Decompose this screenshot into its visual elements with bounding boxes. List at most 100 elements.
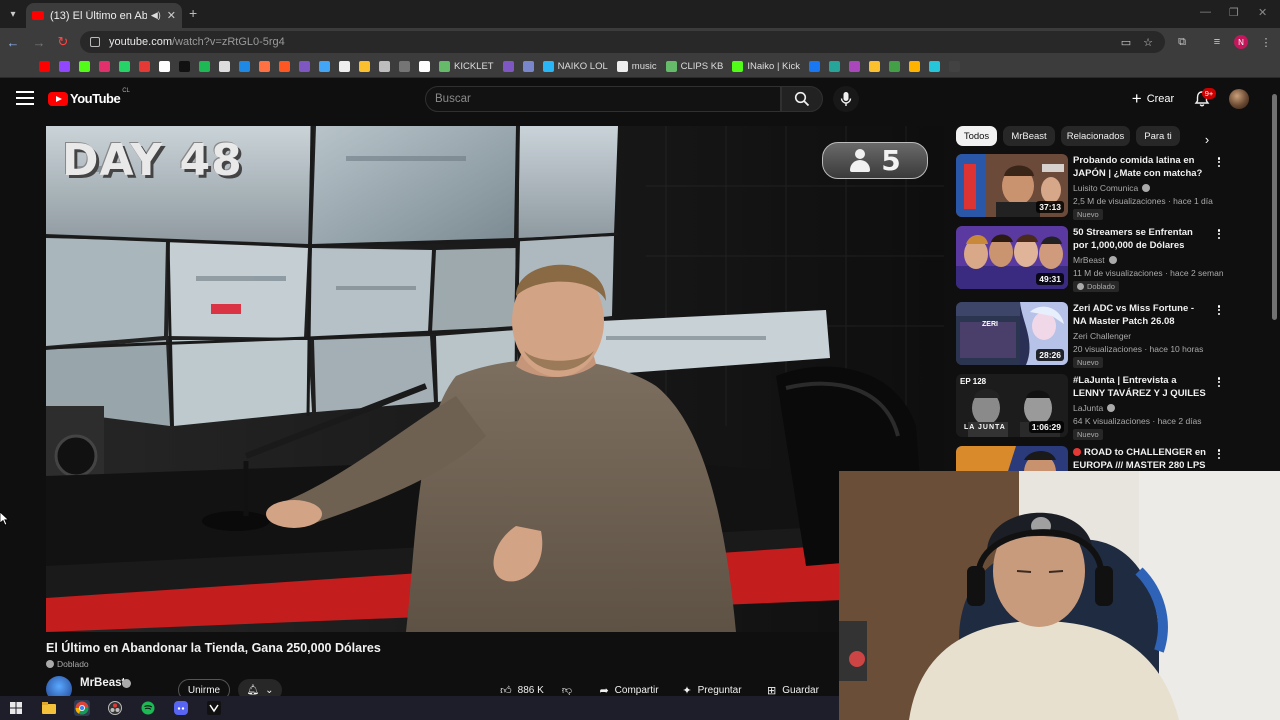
recommendation-item[interactable]: ZERI 28:26 Zeri ADC vs Miss Fortune - NA… [956,302,1266,370]
video-player[interactable] [46,126,944,632]
video-thumbnail[interactable]: 37:13 [956,154,1068,217]
reload-icon[interactable]: ↻ [54,33,72,51]
more-actions-icon[interactable] [1214,447,1224,461]
video-thumbnail[interactable]: 49:31 [956,226,1068,289]
chrome-icon[interactable] [74,700,90,716]
chip-para-ti[interactable]: Para ti [1136,126,1180,146]
bookmark-item[interactable] [520,58,537,76]
tab-search-button[interactable]: ▾ [4,5,22,23]
reading-list-icon[interactable]: ≡ [1209,34,1225,50]
bookmark-item[interactable] [946,58,963,76]
recommendation-title[interactable]: 50 Streamers se Enfrentan por 1,000,000 … [1073,226,1209,252]
bookmark-item[interactable] [376,58,393,76]
bookmark-item[interactable] [356,58,373,76]
bookmark-item[interactable] [236,58,253,76]
search-button[interactable] [781,86,823,112]
close-tab-icon[interactable]: ✕ [167,9,176,22]
bookmark-star-icon[interactable]: ☆ [1140,34,1156,50]
create-button[interactable]: + Crear [1126,86,1180,112]
kebab-menu-icon[interactable]: ⋮ [1258,34,1274,50]
recommendation-item[interactable]: EP 128 LA JUNTA 1:06:29 #LaJunta | Entre… [956,374,1266,442]
recommendation-title[interactable]: ROAD to CHALLENGER en EUROPA /// MASTER … [1073,446,1209,472]
bookmark-item[interactable] [56,58,73,76]
spotify-icon[interactable] [140,700,156,716]
search-input[interactable]: Buscar [425,86,781,112]
app-icon[interactable] [206,700,222,716]
music-icon [616,61,628,72]
file-explorer-icon[interactable] [41,700,57,716]
cast-icon[interactable]: ▭ [1118,34,1134,50]
recommendation-channel[interactable]: LaJunta [1073,403,1116,413]
bookmark-item[interactable]: NAIKO LOL [540,58,611,76]
channel-name[interactable]: MrBeast [80,677,125,689]
speaker-icon[interactable]: ◀) [151,10,161,21]
bookmark-item[interactable] [156,58,173,76]
forward-arrow-icon[interactable]: → [30,33,48,51]
address-bar[interactable]: youtube.com/watch?v=zRtGL0-5rg4 [80,31,1165,53]
bookmark-item[interactable] [116,58,133,76]
recommendation-item[interactable]: 37:13 Probando comida latina en JAPÓN | … [956,154,1266,222]
bookmark-item[interactable] [500,58,517,76]
account-avatar[interactable] [1229,89,1249,109]
bookmark-item[interactable] [256,58,273,76]
video-thumbnail[interactable]: ZERI 28:26 [956,302,1068,365]
youtube-logo[interactable]: YouTube CL [48,88,130,106]
active-browser-tab[interactable]: (13) El Último en Abandona ◀) ✕ [26,3,182,28]
chevron-right-icon[interactable]: › [1200,131,1214,147]
obs-icon[interactable] [107,700,123,716]
bookmark-item[interactable] [806,58,823,76]
bookmark-item[interactable] [396,58,413,76]
bookmark-item[interactable] [196,58,213,76]
more-actions-icon[interactable] [1214,303,1224,317]
chip-relacionados[interactable]: Relacionados [1061,126,1130,146]
more-actions-icon[interactable] [1214,227,1224,241]
bookmark-item[interactable] [176,58,193,76]
chip-mrbeast[interactable]: MrBeast [1003,126,1055,146]
recommendation-title[interactable]: Zeri ADC vs Miss Fortune - NA Master Pat… [1073,302,1209,328]
voice-search-button[interactable] [833,86,859,112]
hamburger-menu-icon[interactable] [16,91,34,105]
more-actions-icon[interactable] [1214,375,1224,389]
back-arrow-icon[interactable]: ← [4,33,22,51]
minimize-icon[interactable]: — [1200,6,1211,18]
bookmark-item[interactable] [136,58,153,76]
bookmark-item[interactable] [96,58,113,76]
bookmark-item[interactable]: INaiko | Kick [729,58,803,76]
bookmark-item[interactable]: KICKLET [436,58,497,76]
profile-avatar[interactable]: N [1234,35,1248,49]
chip-todos[interactable]: Todos [956,126,997,146]
recommendation-channel[interactable]: MrBeast [1073,255,1117,265]
discord-icon[interactable] [173,700,189,716]
recommendation-channel[interactable]: Luisito Comunica [1073,183,1151,193]
recommendation-item[interactable]: 49:31 50 Streamers se Enfrentan por 1,00… [956,226,1266,294]
bookmark-item[interactable] [866,58,883,76]
recommendation-title[interactable]: Probando comida latina en JAPÓN | ¿Mate … [1073,154,1209,180]
bookmark-item[interactable] [296,58,313,76]
bookmark-item[interactable] [316,58,333,76]
dubbed-badge: Doblado [1073,281,1119,292]
bookmark-item[interactable] [216,58,233,76]
bookmark-item[interactable] [846,58,863,76]
new-tab-button[interactable]: + [189,5,197,21]
bookmark-item[interactable] [886,58,903,76]
extensions-icon[interactable]: ⧉ [1174,34,1190,50]
more-actions-icon[interactable] [1214,155,1224,169]
bookmark-item[interactable] [276,58,293,76]
video-thumbnail[interactable]: EP 128 LA JUNTA 1:06:29 [956,374,1068,437]
bookmark-item[interactable] [926,58,943,76]
bookmark-item[interactable] [416,58,433,76]
bookmark-item[interactable] [76,58,93,76]
windows-start-icon[interactable] [8,700,24,716]
bookmark-item[interactable] [336,58,353,76]
window-close-icon[interactable]: ✕ [1258,6,1267,19]
bookmark-item[interactable] [826,58,843,76]
bookmark-item[interactable] [906,58,923,76]
bookmark-item[interactable]: CLIPS KB [663,58,727,76]
maximize-icon[interactable]: ❐ [1229,6,1239,19]
bookmark-item[interactable]: music [614,58,660,76]
recommendation-title[interactable]: #LaJunta | Entrevista a LENNY TAVÁREZ Y … [1073,374,1209,400]
page-scrollbar[interactable] [1272,94,1277,320]
bookmark-item[interactable] [36,58,53,76]
recommendation-channel[interactable]: Zeri Challenger [1073,331,1131,341]
site-info-icon[interactable] [90,37,100,47]
